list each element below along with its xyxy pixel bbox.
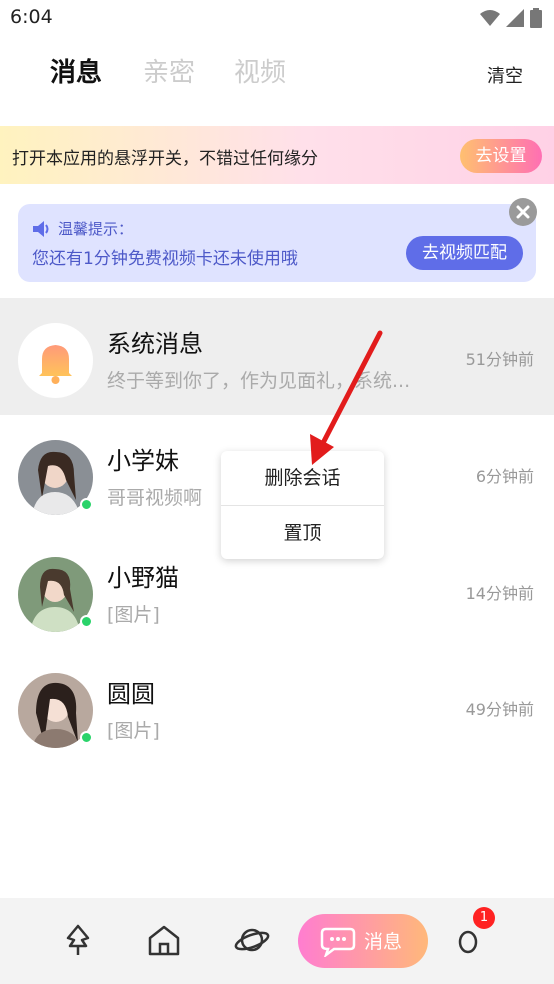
planet-icon[interactable] bbox=[234, 922, 270, 958]
conversation-name: 系统消息 bbox=[107, 330, 203, 358]
conversation-preview: 终于等到你了，作为见面礼，系统... bbox=[107, 370, 411, 392]
delete-conversation-option[interactable]: 删除会话 bbox=[221, 451, 384, 505]
tip-text: 您还有1分钟免费视频卡还未使用哦 bbox=[32, 249, 298, 269]
conversation-system[interactable]: 系统消息 终于等到你了，作为见面礼，系统... 51分钟前 bbox=[0, 298, 554, 415]
tip-card: 温馨提示： 您还有1分钟免费视频卡还未使用哦 去视频匹配 bbox=[18, 204, 536, 282]
go-settings-button[interactable]: 去设置 bbox=[460, 139, 542, 173]
nav-messages-label: 消息 bbox=[364, 931, 403, 953]
status-bar: 6:04 bbox=[0, 0, 554, 38]
close-icon bbox=[516, 205, 530, 219]
conversation-name: 小学妹 bbox=[107, 447, 179, 475]
conversation-item[interactable]: 圆圆 [图片] 49分钟前 bbox=[0, 648, 554, 765]
conversation-name: 圆圆 bbox=[107, 680, 155, 708]
online-indicator bbox=[80, 615, 93, 628]
float-permission-banner: 打开本应用的悬浮开关，不错过任何缘分 去设置 bbox=[0, 126, 554, 184]
clear-button[interactable]: 清空 bbox=[487, 62, 523, 88]
tab-messages[interactable]: 消息 bbox=[50, 52, 102, 89]
status-time: 6:04 bbox=[10, 6, 53, 28]
signal-icon bbox=[506, 9, 524, 27]
bottom-nav: 消息 bbox=[0, 898, 554, 984]
pin-conversation-option[interactable]: 置顶 bbox=[221, 505, 384, 559]
conversation-time: 14分钟前 bbox=[465, 584, 534, 603]
bell-icon bbox=[39, 345, 72, 384]
conversation-time: 51分钟前 bbox=[465, 350, 534, 369]
status-icons bbox=[480, 8, 542, 28]
tab-video[interactable]: 视频 bbox=[234, 52, 286, 89]
online-indicator bbox=[80, 498, 93, 511]
tip-title-row: 温馨提示： bbox=[32, 218, 133, 239]
conversation-preview: [图片] bbox=[107, 604, 160, 626]
tab-intimate[interactable]: 亲密 bbox=[143, 52, 195, 89]
online-indicator bbox=[80, 731, 93, 744]
tip-title: 温馨提示： bbox=[58, 220, 134, 238]
conversation-name: 小野猫 bbox=[107, 564, 179, 592]
conversation-preview: [图片] bbox=[107, 720, 160, 742]
float-banner-text: 打开本应用的悬浮开关，不错过任何缘分 bbox=[12, 149, 318, 169]
header: 消息 亲密 视频 清空 bbox=[0, 52, 554, 102]
context-menu: 删除会话 置顶 bbox=[221, 451, 384, 559]
home-icon[interactable] bbox=[146, 922, 182, 958]
video-match-button[interactable]: 去视频匹配 bbox=[406, 236, 523, 270]
chat-icon bbox=[320, 927, 356, 957]
wifi-icon bbox=[480, 10, 500, 26]
conversation-preview: 哥哥视频啊 bbox=[107, 487, 203, 509]
tip-close-button[interactable] bbox=[509, 198, 537, 226]
speaker-icon bbox=[33, 220, 49, 237]
screen: 6:04 消息 亲密 视频 清空 打开本应用的悬浮开关，不错过任何缘分 去设置 … bbox=[0, 0, 554, 984]
plant-icon[interactable] bbox=[60, 922, 96, 958]
conversation-time: 49分钟前 bbox=[465, 700, 534, 719]
nav-messages-tab[interactable]: 消息 bbox=[298, 914, 428, 968]
avatar bbox=[18, 323, 93, 398]
conversation-time: 6分钟前 bbox=[475, 467, 534, 486]
battery-icon bbox=[530, 8, 542, 28]
unread-badge: 1 bbox=[473, 907, 495, 929]
